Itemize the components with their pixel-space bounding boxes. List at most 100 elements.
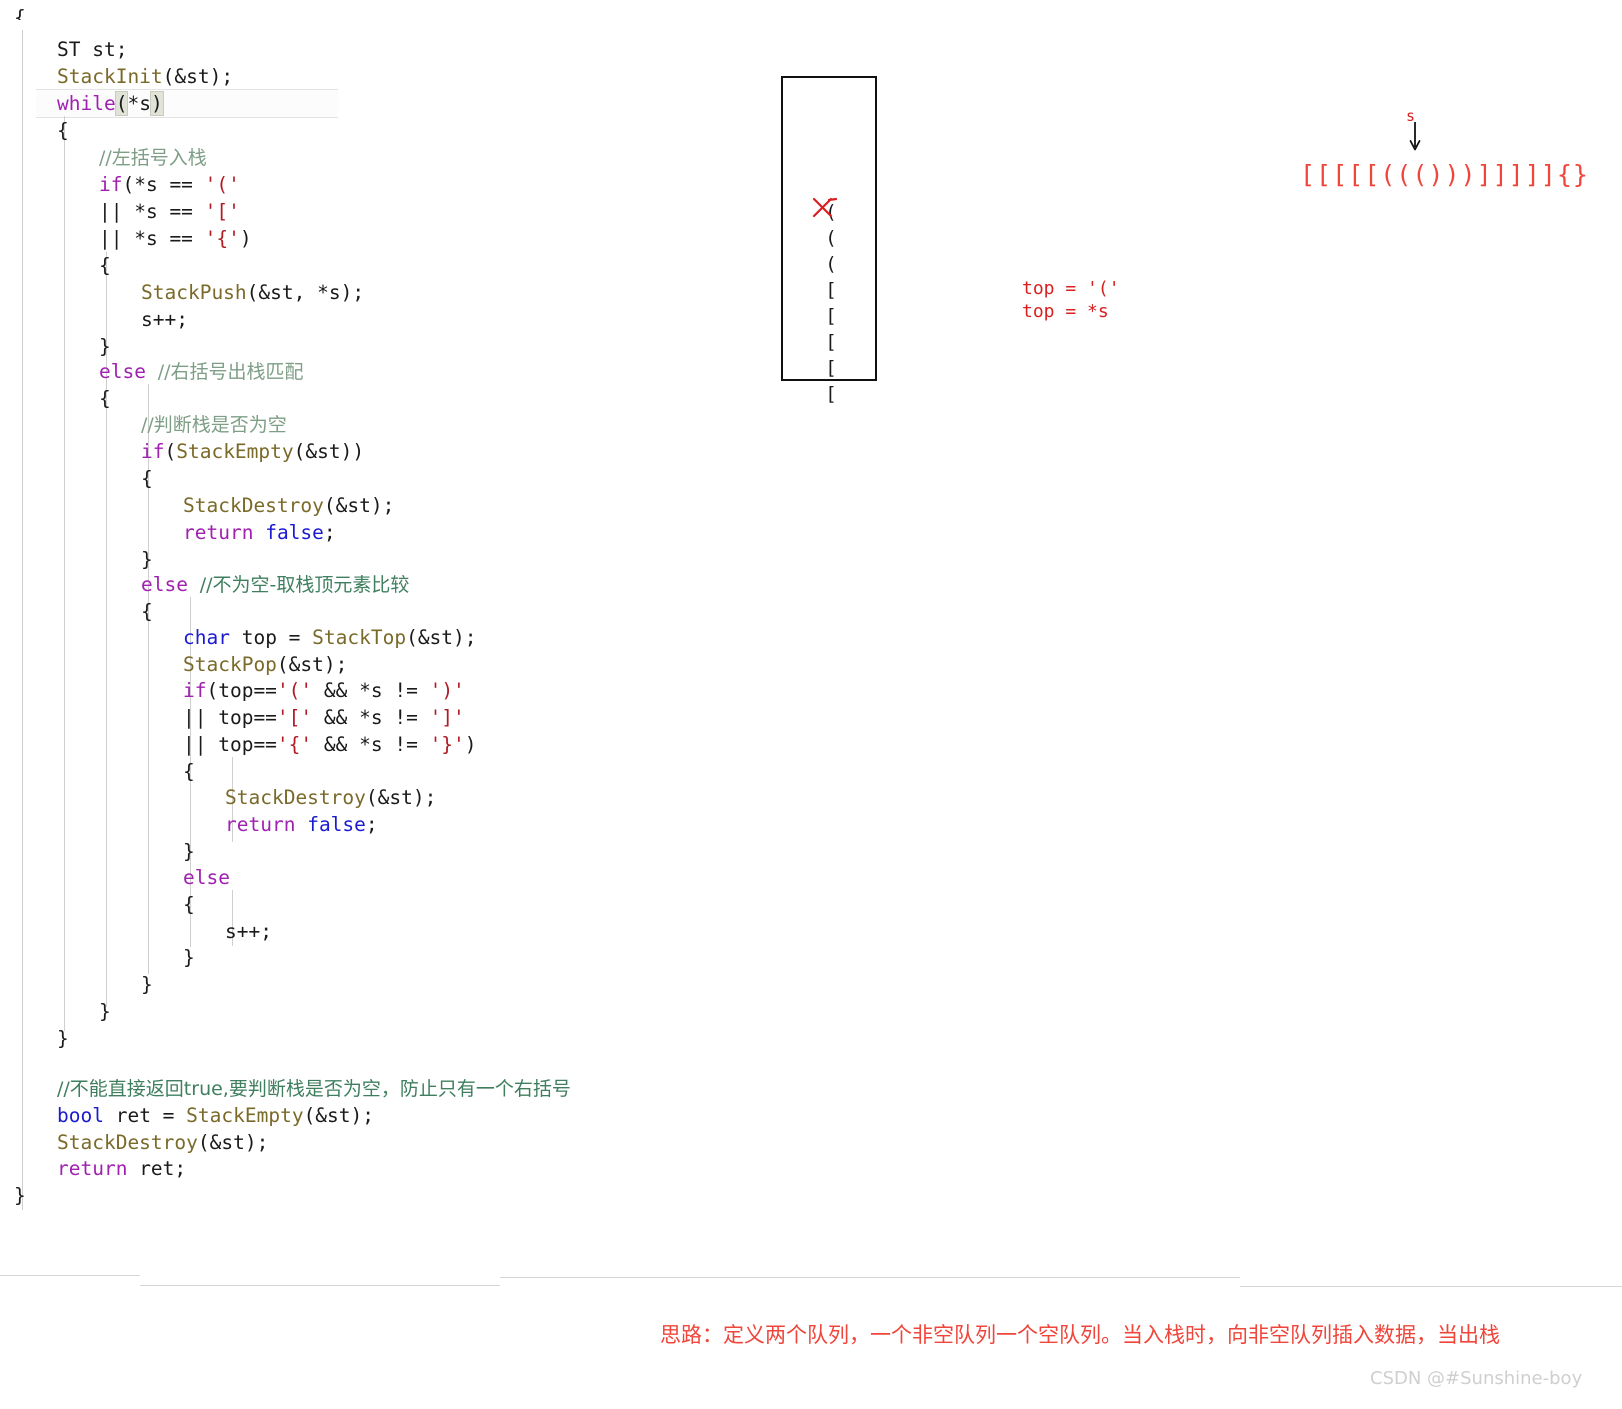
code-line[interactable]: } xyxy=(99,333,111,360)
code-line[interactable]: StackDestroy(&st); xyxy=(225,784,436,811)
code-token: (top== xyxy=(206,679,277,702)
code-line[interactable]: } xyxy=(57,1025,69,1052)
code-token: && *s != xyxy=(312,706,430,729)
code-line[interactable]: bool ret = StackEmpty(&st); xyxy=(57,1102,374,1129)
indent-guide xyxy=(64,116,65,1031)
code-line[interactable]: if(*s == '(' xyxy=(99,171,240,198)
code-token: (&st); xyxy=(197,1131,269,1154)
code-token: char xyxy=(183,626,230,649)
code-token: //不为空-取栈顶元素比较 xyxy=(199,574,410,596)
code-line[interactable]: { xyxy=(57,117,69,144)
code-token: '{' xyxy=(276,733,313,756)
code-token: StackEmpty xyxy=(176,440,294,463)
code-token: while xyxy=(57,92,116,115)
code-token: '}' xyxy=(429,733,465,756)
code-token: { xyxy=(57,119,69,142)
code-line[interactable]: || *s == '[' xyxy=(99,198,240,225)
code-line[interactable]: } xyxy=(183,944,195,971)
code-token: false xyxy=(307,813,366,836)
code-line[interactable]: else //不为空-取栈顶元素比较 xyxy=(141,571,409,598)
code-line[interactable]: { xyxy=(141,598,153,625)
code-token: (&st); xyxy=(162,65,234,88)
code-line[interactable]: { xyxy=(99,252,111,279)
code-token: StackTop xyxy=(312,626,407,649)
code-line[interactable]: || *s == '{') xyxy=(99,225,252,252)
code-token: StackPop xyxy=(183,653,277,676)
code-token: //右括号出栈匹配 xyxy=(157,361,304,383)
code-line[interactable]: { xyxy=(141,465,153,492)
code-line[interactable]: s++; xyxy=(225,918,272,945)
code-line[interactable]: return ret; xyxy=(57,1155,186,1182)
code-line[interactable]: } xyxy=(141,546,153,573)
code-token: ')' xyxy=(429,679,465,702)
code-line[interactable]: if(top=='(' && *s != ')' xyxy=(183,677,465,704)
code-token: StackEmpty xyxy=(186,1104,304,1127)
divider-left xyxy=(0,1275,140,1276)
code-token: if xyxy=(141,440,165,463)
code-token: '{' xyxy=(204,227,240,250)
code-token: } xyxy=(99,1000,111,1023)
code-line[interactable]: return false; xyxy=(183,519,336,546)
code-line[interactable]: else xyxy=(183,864,230,891)
code-token: //不能直接返回true,要判断栈是否为空，防止只有一个右括号 xyxy=(57,1078,571,1100)
code-line[interactable]: return false; xyxy=(225,811,378,838)
code-line[interactable]: || top=='{' && *s != '}') xyxy=(183,731,477,758)
code-line[interactable]: { xyxy=(183,758,195,785)
code-token: if xyxy=(183,679,207,702)
stack-item: ( xyxy=(825,227,837,249)
code-token: ST st; xyxy=(57,38,128,61)
code-token: else xyxy=(141,573,188,596)
code-token: ) xyxy=(239,227,252,250)
code-line[interactable]: //判断栈是否为空 xyxy=(141,411,287,438)
code-token: //左括号入栈 xyxy=(99,147,207,169)
code-token: StackDestroy xyxy=(225,786,366,809)
code-line[interactable]: } xyxy=(183,838,195,865)
code-token: return xyxy=(225,813,296,836)
code-line[interactable]: //左括号入栈 xyxy=(99,144,207,171)
code-line[interactable]: { xyxy=(183,891,195,918)
code-line[interactable]: ST st; xyxy=(57,36,127,63)
code-line[interactable]: if(StackEmpty(&st)) xyxy=(141,438,364,465)
indent-guide xyxy=(22,30,23,1210)
code-token: ret; xyxy=(127,1157,187,1180)
code-token: StackPush xyxy=(141,281,247,304)
note-top-deref: top = *s xyxy=(1022,301,1109,322)
code-line[interactable]: StackDestroy(&st); xyxy=(183,492,394,519)
code-line[interactable]: { xyxy=(99,385,111,412)
code-token: || top== xyxy=(183,733,277,756)
code-token: (&st); xyxy=(365,786,437,809)
code-line[interactable]: } xyxy=(14,1182,26,1209)
code-line[interactable]: char top = StackTop(&st); xyxy=(183,624,477,651)
code-line[interactable]: } xyxy=(141,971,153,998)
code-line[interactable]: StackDestroy(&st); xyxy=(57,1129,268,1156)
code-line[interactable]: StackPush(&st, *s); xyxy=(141,279,364,306)
code-line[interactable]: while(*s) xyxy=(57,90,164,117)
code-token: { xyxy=(183,893,195,916)
divider-far-right xyxy=(1240,1286,1622,1287)
code-token: ']' xyxy=(429,706,465,729)
bracket-string: [[[[[((()))]]]]]{} xyxy=(1300,160,1589,189)
code-line[interactable]: StackInit(&st); xyxy=(57,63,233,90)
code-line[interactable]: || top=='[' && *s != ']' xyxy=(183,704,465,731)
code-editor[interactable]: { ST st; StackInit(&st); while(*s){//左括号入栈… xyxy=(0,0,780,1250)
code-line[interactable]: else //右括号出栈匹配 xyxy=(99,358,304,385)
code-token: || top== xyxy=(183,706,277,729)
code-token: } xyxy=(99,335,111,358)
code-line[interactable]: } xyxy=(99,998,111,1025)
code-line[interactable]: //不能直接返回true,要判断栈是否为空，防止只有一个右括号 xyxy=(57,1075,571,1102)
code-line[interactable]: s++; xyxy=(141,306,188,333)
code-line[interactable]: StackPop(&st); xyxy=(183,651,347,678)
code-token: ; xyxy=(365,813,378,836)
code-token: || *s == xyxy=(99,227,205,250)
code-token: } xyxy=(141,548,153,571)
code-token: && *s != xyxy=(312,679,430,702)
code-token: } xyxy=(57,1027,69,1050)
code-token: else xyxy=(183,866,230,889)
stack-diagram-box: ((([[[[[ xyxy=(781,76,877,404)
code-token: } xyxy=(141,973,153,996)
code-token: s++; xyxy=(141,308,188,331)
code-token: (&st); xyxy=(323,494,395,517)
